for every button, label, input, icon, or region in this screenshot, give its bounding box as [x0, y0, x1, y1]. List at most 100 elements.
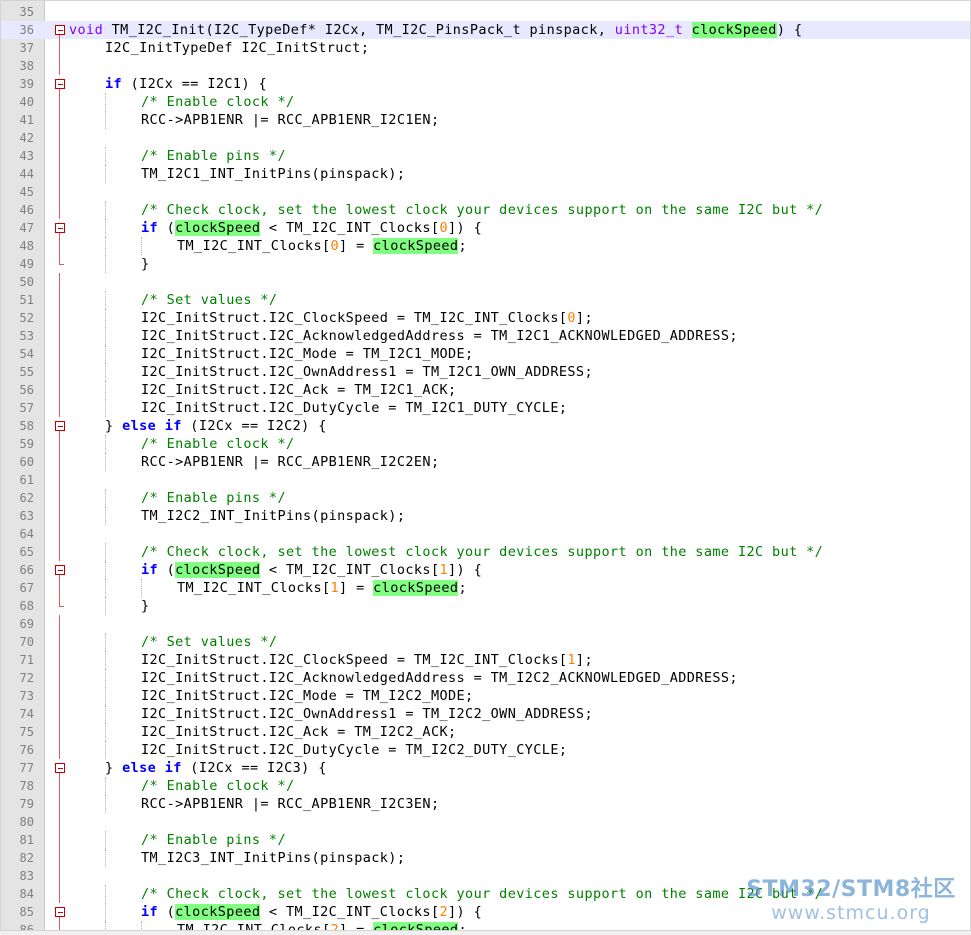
code-line[interactable]: 38 [1, 57, 970, 75]
code-text[interactable]: I2C_InitStruct.I2C_ClockSpeed = TM_I2C_I… [141, 651, 593, 669]
code-text[interactable]: I2C_InitStruct.I2C_DutyCycle = TM_I2C1_D… [141, 399, 567, 417]
code-text[interactable]: if (clockSpeed < TM_I2C_INT_Clocks[0]) { [141, 219, 482, 237]
code-text[interactable]: /* Enable pins */ [141, 831, 286, 849]
fold-marker[interactable] [55, 903, 67, 921]
code-line[interactable]: 84 /* Check clock, set the lowest clock y… [1, 885, 970, 903]
code-line[interactable]: 51 /* Set values */ [1, 291, 970, 309]
code-text[interactable]: if (I2Cx == I2C1) { [105, 75, 267, 93]
fold-toggle-icon[interactable] [55, 25, 65, 35]
code-text[interactable]: RCC->APB1ENR |= RCC_APB1ENR_I2C1EN; [141, 111, 439, 129]
fold-marker[interactable] [55, 21, 67, 39]
code-line[interactable]: 58} else if (I2Cx == I2C2) { [1, 417, 970, 435]
code-text[interactable]: TM_I2C2_INT_InitPins(pinspack); [141, 507, 405, 525]
fold-marker[interactable] [55, 759, 67, 777]
code-line[interactable]: 37 I2C_InitTypeDef I2C_InitStruct; [1, 39, 970, 57]
code-line[interactable]: 83 [1, 867, 970, 885]
code-line[interactable]: 49} [1, 255, 970, 273]
code-text[interactable]: TM_I2C_INT_Clocks[0] = clockSpeed; [177, 237, 467, 255]
code-line[interactable]: 77} else if (I2Cx == I2C3) { [1, 759, 970, 777]
code-line[interactable]: 86 TM_I2C_INT_Clocks[2] = clockSpeed; [1, 921, 970, 930]
code-line[interactable]: 35 [1, 3, 970, 21]
fold-marker[interactable] [55, 561, 67, 579]
code-line[interactable]: 42 [1, 129, 970, 147]
code-text[interactable]: /* Enable clock */ [141, 93, 295, 111]
code-line[interactable]: 71 I2C_InitStruct.I2C_ClockSpeed = TM_I2C… [1, 651, 970, 669]
code-text[interactable]: } else if (I2Cx == I2C2) { [105, 417, 327, 435]
code-text[interactable]: /* Set values */ [141, 633, 277, 651]
code-line[interactable]: 47 if (clockSpeed < TM_I2C_INT_Clocks[0])… [1, 219, 970, 237]
code-text[interactable]: I2C_InitStruct.I2C_ClockSpeed = TM_I2C_I… [141, 309, 593, 327]
code-line[interactable]: 43 /* Enable pins */ [1, 147, 970, 165]
fold-toggle-icon[interactable] [55, 565, 65, 575]
code-line[interactable]: 59 /* Enable clock */ [1, 435, 970, 453]
code-line[interactable]: 50 [1, 273, 970, 291]
code-line[interactable]: 56 I2C_InitStruct.I2C_Ack = TM_I2C1_ACK; [1, 381, 970, 399]
code-line[interactable]: 57 I2C_InitStruct.I2C_DutyCycle = TM_I2C1… [1, 399, 970, 417]
code-text[interactable]: } else if (I2Cx == I2C3) { [105, 759, 327, 777]
fold-marker[interactable] [55, 75, 67, 93]
code-text[interactable]: /* Enable pins */ [141, 147, 286, 165]
code-line[interactable]: 72 I2C_InitStruct.I2C_AcknowledgedAddress… [1, 669, 970, 687]
code-text[interactable]: if (clockSpeed < TM_I2C_INT_Clocks[1]) { [141, 561, 482, 579]
code-text[interactable]: RCC->APB1ENR |= RCC_APB1ENR_I2C3EN; [141, 795, 439, 813]
code-text[interactable]: TM_I2C3_INT_InitPins(pinspack); [141, 849, 405, 867]
code-text[interactable]: I2C_InitStruct.I2C_OwnAddress1 = TM_I2C1… [141, 363, 593, 381]
code-text[interactable]: TM_I2C1_INT_InitPins(pinspack); [141, 165, 405, 183]
code-line[interactable]: 73 I2C_InitStruct.I2C_Mode = TM_I2C2_MODE… [1, 687, 970, 705]
code-line[interactable]: 40 /* Enable clock */ [1, 93, 970, 111]
code-line[interactable]: 80 [1, 813, 970, 831]
code-text[interactable]: /* Check clock, set the lowest clock you… [141, 201, 823, 219]
code-text[interactable]: I2C_InitStruct.I2C_Ack = TM_I2C2_ACK; [141, 723, 457, 741]
code-text[interactable]: RCC->APB1ENR |= RCC_APB1ENR_I2C2EN; [141, 453, 439, 471]
code-line[interactable]: 75 I2C_InitStruct.I2C_Ack = TM_I2C2_ACK; [1, 723, 970, 741]
code-line[interactable]: 67 TM_I2C_INT_Clocks[1] = clockSpeed; [1, 579, 970, 597]
code-line[interactable]: 61 [1, 471, 970, 489]
code-text[interactable]: /* Set values */ [141, 291, 277, 309]
code-text[interactable]: if (clockSpeed < TM_I2C_INT_Clocks[2]) { [141, 903, 482, 921]
code-text[interactable]: /* Enable clock */ [141, 777, 295, 795]
code-line[interactable]: 52 I2C_InitStruct.I2C_ClockSpeed = TM_I2C… [1, 309, 970, 327]
code-line[interactable]: 41 RCC->APB1ENR |= RCC_APB1ENR_I2C1EN; [1, 111, 970, 129]
code-line[interactable]: 82 TM_I2C3_INT_InitPins(pinspack); [1, 849, 970, 867]
code-text[interactable]: } [141, 255, 150, 273]
code-text[interactable]: I2C_InitStruct.I2C_AcknowledgedAddress =… [141, 327, 738, 345]
code-line[interactable]: 54 I2C_InitStruct.I2C_Mode = TM_I2C1_MODE… [1, 345, 970, 363]
code-line[interactable]: 55 I2C_InitStruct.I2C_OwnAddress1 = TM_I2… [1, 363, 970, 381]
code-text[interactable]: } [141, 597, 150, 615]
code-text[interactable]: I2C_InitStruct.I2C_Mode = TM_I2C1_MODE; [141, 345, 474, 363]
fold-toggle-icon[interactable] [55, 79, 65, 89]
code-line[interactable]: 69 [1, 615, 970, 633]
code-line[interactable]: 36 void TM_I2C_Init(I2C_TypeDef* I2Cx, TM… [1, 21, 970, 39]
code-line[interactable]: 46 /* Check clock, set the lowest clock y… [1, 201, 970, 219]
code-line[interactable]: 85 if (clockSpeed < TM_I2C_INT_Clocks[2])… [1, 903, 970, 921]
code-line[interactable]: 78 /* Enable clock */ [1, 777, 970, 795]
code-text[interactable]: I2C_InitStruct.I2C_Mode = TM_I2C2_MODE; [141, 687, 474, 705]
code-text[interactable]: void TM_I2C_Init(I2C_TypeDef* I2Cx, TM_I… [69, 21, 802, 39]
code-line[interactable]: 74 I2C_InitStruct.I2C_OwnAddress1 = TM_I2… [1, 705, 970, 723]
code-line[interactable]: 39 if (I2Cx == I2C1) { [1, 75, 970, 93]
fold-toggle-icon[interactable] [55, 223, 65, 233]
code-line[interactable]: 65 /* Check clock, set the lowest clock y… [1, 543, 970, 561]
code-text[interactable]: TM_I2C_INT_Clocks[2] = clockSpeed; [177, 921, 467, 930]
code-text[interactable]: I2C_InitTypeDef I2C_InitStruct; [105, 39, 369, 57]
fold-marker[interactable] [55, 417, 67, 435]
code-line[interactable]: 60 RCC->APB1ENR |= RCC_APB1ENR_I2C2EN; [1, 453, 970, 471]
code-line[interactable]: 63 TM_I2C2_INT_InitPins(pinspack); [1, 507, 970, 525]
code-text[interactable]: TM_I2C_INT_Clocks[1] = clockSpeed; [177, 579, 467, 597]
code-text[interactable]: /* Enable pins */ [141, 489, 286, 507]
code-line[interactable]: 48 TM_I2C_INT_Clocks[0] = clockSpeed; [1, 237, 970, 255]
code-text[interactable]: /* Check clock, set the lowest clock you… [141, 543, 823, 561]
code-line[interactable]: 45 [1, 183, 970, 201]
code-text[interactable]: I2C_InitStruct.I2C_OwnAddress1 = TM_I2C2… [141, 705, 593, 723]
code-line[interactable]: 64 [1, 525, 970, 543]
code-editor[interactable]: 35 36 void TM_I2C_Init(I2C_TypeDef* I2Cx, … [0, 0, 971, 931]
code-line[interactable]: 81 /* Enable pins */ [1, 831, 970, 849]
fold-toggle-icon[interactable] [55, 907, 65, 917]
code-line[interactable]: 79 RCC->APB1ENR |= RCC_APB1ENR_I2C3EN; [1, 795, 970, 813]
horizontal-scrollbar[interactable] [0, 931, 971, 935]
code-text[interactable]: /* Enable clock */ [141, 435, 295, 453]
fold-toggle-icon[interactable] [55, 763, 65, 773]
code-line[interactable]: 66 if (clockSpeed < TM_I2C_INT_Clocks[1])… [1, 561, 970, 579]
code-line[interactable]: 70 /* Set values */ [1, 633, 970, 651]
fold-toggle-icon[interactable] [55, 421, 65, 431]
